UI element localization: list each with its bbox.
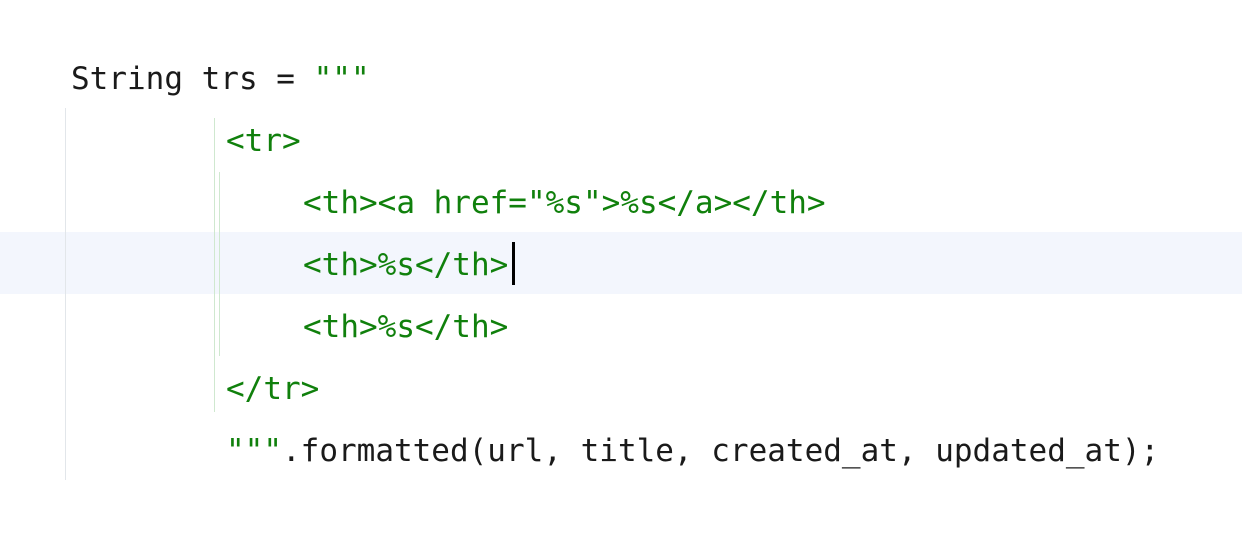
html-th-cell: <th>%s</th> bbox=[303, 247, 509, 283]
indent-guide bbox=[65, 108, 66, 480]
html-tr-open: <tr> bbox=[226, 123, 301, 159]
code-line-4[interactable]: <th>%s</th> bbox=[303, 234, 508, 296]
html-th-cell: <th>%s</th> bbox=[303, 309, 509, 345]
text-block-open: """ bbox=[313, 61, 370, 97]
formatted-call: .formatted(url, title, created_at, updat… bbox=[282, 433, 1160, 469]
text-block-close: """ bbox=[226, 433, 282, 469]
code-line-3[interactable]: <th><a href="%s">%s</a></th> bbox=[303, 172, 826, 234]
current-line-highlight bbox=[0, 232, 1242, 294]
code-editor[interactable]: String trs = """ <tr> <th><a href="%s">%… bbox=[0, 0, 1242, 550]
html-tr-close: </tr> bbox=[226, 371, 320, 407]
code-line-6[interactable]: </tr> bbox=[226, 358, 319, 420]
code-line-7[interactable]: """.formatted(url, title, created_at, up… bbox=[226, 420, 1159, 482]
html-th-link: <th><a href="%s">%s</a></th> bbox=[303, 185, 826, 221]
text-block-guide bbox=[214, 118, 215, 412]
declaration-text: String trs = bbox=[71, 61, 314, 97]
code-line-5[interactable]: <th>%s</th> bbox=[303, 296, 508, 358]
code-line-2[interactable]: <tr> bbox=[226, 110, 301, 172]
text-block-guide bbox=[219, 172, 220, 356]
code-line-1[interactable]: String trs = """ bbox=[71, 48, 370, 110]
text-caret bbox=[512, 242, 515, 285]
